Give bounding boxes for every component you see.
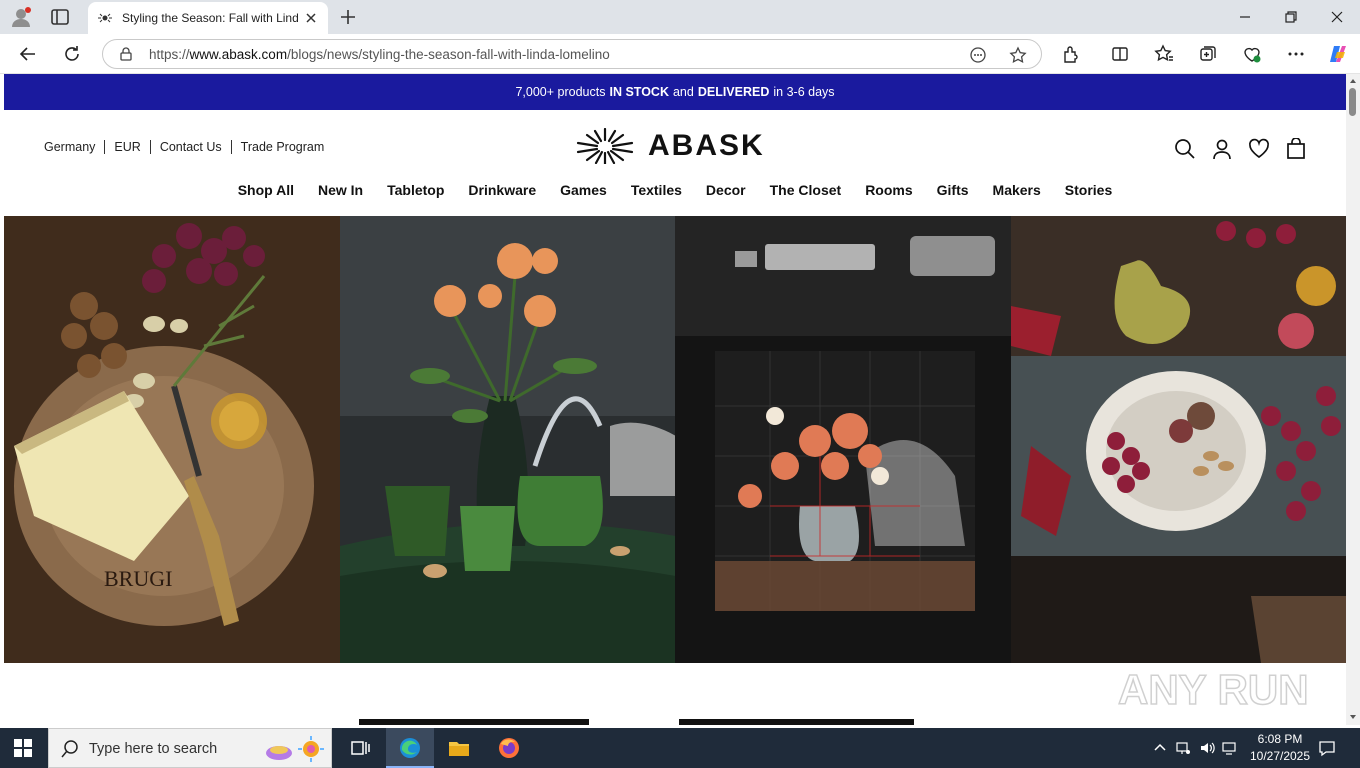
- windows-start-icon[interactable]: [14, 739, 32, 757]
- volume-icon[interactable]: [1199, 740, 1215, 756]
- separator: [104, 140, 106, 154]
- nav-rooms[interactable]: Rooms: [853, 182, 924, 198]
- browser-tab-bar: Styling the Season: Fall with Linda Lome…: [0, 0, 1360, 34]
- new-tab-icon[interactable]: [338, 7, 358, 27]
- system-clock[interactable]: 6:08 PM 10/27/2025: [1240, 731, 1320, 765]
- address-bar[interactable]: https://www.abask.com/blogs/news/styling…: [102, 39, 1042, 69]
- site-logo[interactable]: ABASK: [576, 128, 765, 164]
- cart-bag-icon[interactable]: [1285, 138, 1307, 160]
- close-tab-icon[interactable]: [304, 11, 318, 25]
- account-icon[interactable]: [1211, 138, 1233, 160]
- trade-program-link[interactable]: Trade Program: [241, 140, 325, 154]
- refresh-icon[interactable]: [62, 44, 82, 64]
- minimize-icon[interactable]: [1236, 8, 1254, 26]
- main-navigation: Shop All New In Tabletop Drinkware Games…: [4, 182, 1346, 198]
- logo-wordmark: ABASK: [648, 129, 765, 162]
- scroll-down-icon[interactable]: [1349, 713, 1357, 721]
- extensions-icon[interactable]: [1061, 44, 1081, 64]
- restore-icon[interactable]: [1282, 8, 1300, 26]
- url-prefix: https://: [149, 47, 190, 62]
- search-icon[interactable]: [1174, 138, 1196, 160]
- contact-us-link[interactable]: Contact Us: [160, 140, 222, 154]
- display-icon[interactable]: [1222, 740, 1238, 756]
- nav-decor[interactable]: Decor: [694, 182, 758, 198]
- hero-photo-cheese-board: BRUGI: [4, 216, 340, 663]
- hero-image-collage: BRUGI: [4, 216, 1346, 663]
- url-path: /blogs/news/styling-the-season-fall-with…: [287, 47, 610, 62]
- nav-drinkware[interactable]: Drinkware: [456, 182, 548, 198]
- browser-essentials-icon[interactable]: [1242, 44, 1262, 64]
- nav-makers[interactable]: Makers: [981, 182, 1053, 198]
- announcement-bold-2: DELIVERED: [697, 85, 770, 99]
- announcement-bold-1: IN STOCK: [609, 85, 669, 99]
- brugi-board-label: BRUGI: [104, 566, 172, 591]
- wishlist-heart-icon[interactable]: [1248, 138, 1270, 160]
- copilot-icon[interactable]: [1328, 44, 1348, 64]
- web-page: 7,000+ products IN STOCK and DELIVERED i…: [4, 74, 1346, 725]
- hero-photo-darkroom-bouquet: [675, 216, 1011, 663]
- firefox-icon[interactable]: [497, 736, 521, 760]
- watermark-text: ANY RUN: [1118, 666, 1309, 713]
- hero-photo-flowers-green-pottery: [339, 216, 675, 663]
- close-window-icon[interactable]: [1328, 8, 1346, 26]
- url-domain: www.abask.com: [189, 47, 288, 62]
- browser-toolbar: https://www.abask.com/blogs/news/styling…: [0, 34, 1360, 74]
- separator: [149, 140, 151, 154]
- taskbar-search-box[interactable]: Type here to search: [48, 728, 332, 768]
- anyrun-watermark-icon: ANY RUN: [1118, 665, 1309, 714]
- favorite-star-icon[interactable]: [1009, 46, 1027, 64]
- sunburst-logo-icon: [576, 128, 634, 164]
- split-screen-icon[interactable]: [1110, 44, 1130, 64]
- edge-browser-icon[interactable]: [398, 736, 422, 760]
- search-highlight-icon: [266, 736, 324, 762]
- nav-shop-all[interactable]: Shop All: [226, 182, 306, 198]
- country-selector[interactable]: Germany: [44, 140, 95, 154]
- nav-textiles[interactable]: Textiles: [619, 182, 694, 198]
- back-icon[interactable]: [18, 44, 38, 64]
- reader-options-icon[interactable]: [969, 46, 987, 64]
- nav-stories[interactable]: Stories: [1053, 182, 1124, 198]
- tab-actions-icon[interactable]: [50, 8, 70, 26]
- nav-gifts[interactable]: Gifts: [925, 182, 981, 198]
- profile-icon[interactable]: [10, 6, 32, 28]
- nav-the-closet[interactable]: The Closet: [758, 182, 854, 198]
- scroll-up-icon[interactable]: [1349, 77, 1357, 85]
- announcement-text-2: and: [672, 85, 694, 99]
- collections-icon[interactable]: [1198, 44, 1218, 64]
- tab-title: Styling the Season: Fall with Linda Lome…: [122, 11, 298, 25]
- notifications-icon[interactable]: [1318, 739, 1336, 757]
- separator: [230, 140, 232, 154]
- task-view-icon[interactable]: [348, 736, 372, 760]
- windows-taskbar: Type here to search 6:08 PM 10/27/2025: [0, 728, 1360, 768]
- site-favicon-icon: [98, 13, 112, 23]
- favorites-icon[interactable]: [1154, 44, 1174, 64]
- currency-selector[interactable]: EUR: [114, 140, 140, 154]
- page-scrollbar[interactable]: [1346, 74, 1360, 725]
- clock-date: 10/27/2025: [1249, 749, 1311, 763]
- nav-new-in[interactable]: New In: [306, 182, 375, 198]
- announcement-text-1: 7,000+ products: [515, 85, 606, 99]
- utility-links: Germany EUR Contact Us Trade Program: [44, 140, 324, 154]
- browser-tab-active[interactable]: Styling the Season: Fall with Linda Lome…: [88, 2, 328, 34]
- file-explorer-icon[interactable]: [447, 736, 471, 760]
- scrollbar-thumb[interactable]: [1349, 88, 1356, 116]
- search-placeholder: Type here to search: [89, 741, 218, 757]
- lock-icon[interactable]: [119, 47, 133, 61]
- announcement-bar: 7,000+ products IN STOCK and DELIVERED i…: [4, 74, 1346, 110]
- hero-photo-fruit-platter: [1010, 216, 1346, 663]
- announcement-text-3: in 3-6 days: [773, 85, 835, 99]
- more-menu-icon[interactable]: [1286, 44, 1306, 64]
- tray-overflow-icon[interactable]: [1152, 740, 1168, 756]
- network-icon[interactable]: [1175, 740, 1191, 756]
- nav-tabletop[interactable]: Tabletop: [375, 182, 456, 198]
- nav-games[interactable]: Games: [548, 182, 619, 198]
- search-icon: [61, 740, 78, 758]
- url-text[interactable]: https://www.abask.com/blogs/news/styling…: [149, 47, 610, 62]
- clock-time: 6:08 PM: [1257, 732, 1303, 746]
